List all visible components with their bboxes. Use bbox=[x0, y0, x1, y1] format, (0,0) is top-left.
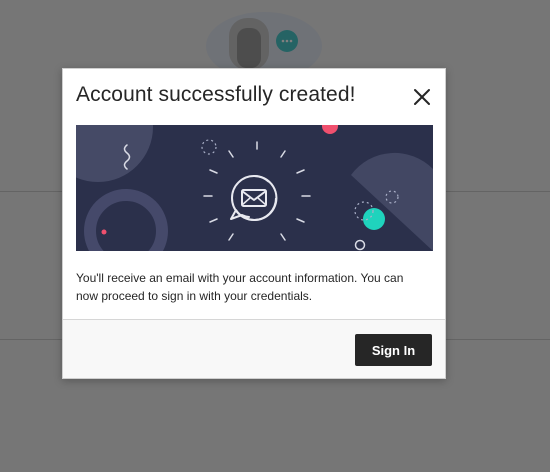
dialog-footer: Sign In bbox=[63, 319, 445, 378]
close-button[interactable] bbox=[407, 82, 437, 112]
sign-in-button[interactable]: Sign In bbox=[355, 334, 432, 366]
dialog-message: You'll receive an email with your accoun… bbox=[76, 271, 404, 303]
dialog-title: Account successfully created! bbox=[76, 83, 356, 106]
close-icon bbox=[414, 89, 430, 105]
email-banner-illustration bbox=[76, 125, 433, 251]
account-created-dialog: Account successfully created! You'll rec… bbox=[62, 68, 446, 379]
